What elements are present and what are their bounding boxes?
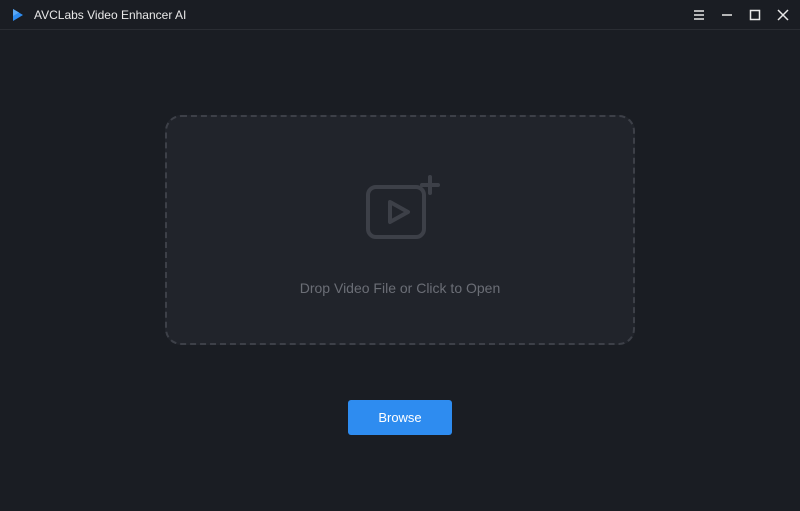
drop-zone-prompt: Drop Video File or Click to Open bbox=[300, 280, 501, 296]
add-video-icon bbox=[360, 175, 440, 250]
app-logo-icon bbox=[10, 7, 26, 23]
menu-button[interactable] bbox=[692, 8, 706, 22]
titlebar: AVCLabs Video Enhancer AI bbox=[0, 0, 800, 30]
maximize-button[interactable] bbox=[748, 8, 762, 22]
titlebar-left: AVCLabs Video Enhancer AI bbox=[10, 7, 186, 23]
main-area: Drop Video File or Click to Open Browse bbox=[0, 30, 800, 511]
app-title: AVCLabs Video Enhancer AI bbox=[34, 8, 186, 22]
titlebar-controls bbox=[692, 8, 790, 22]
browse-button[interactable]: Browse bbox=[348, 400, 451, 435]
close-button[interactable] bbox=[776, 8, 790, 22]
video-drop-zone[interactable]: Drop Video File or Click to Open bbox=[165, 115, 635, 345]
minimize-button[interactable] bbox=[720, 8, 734, 22]
